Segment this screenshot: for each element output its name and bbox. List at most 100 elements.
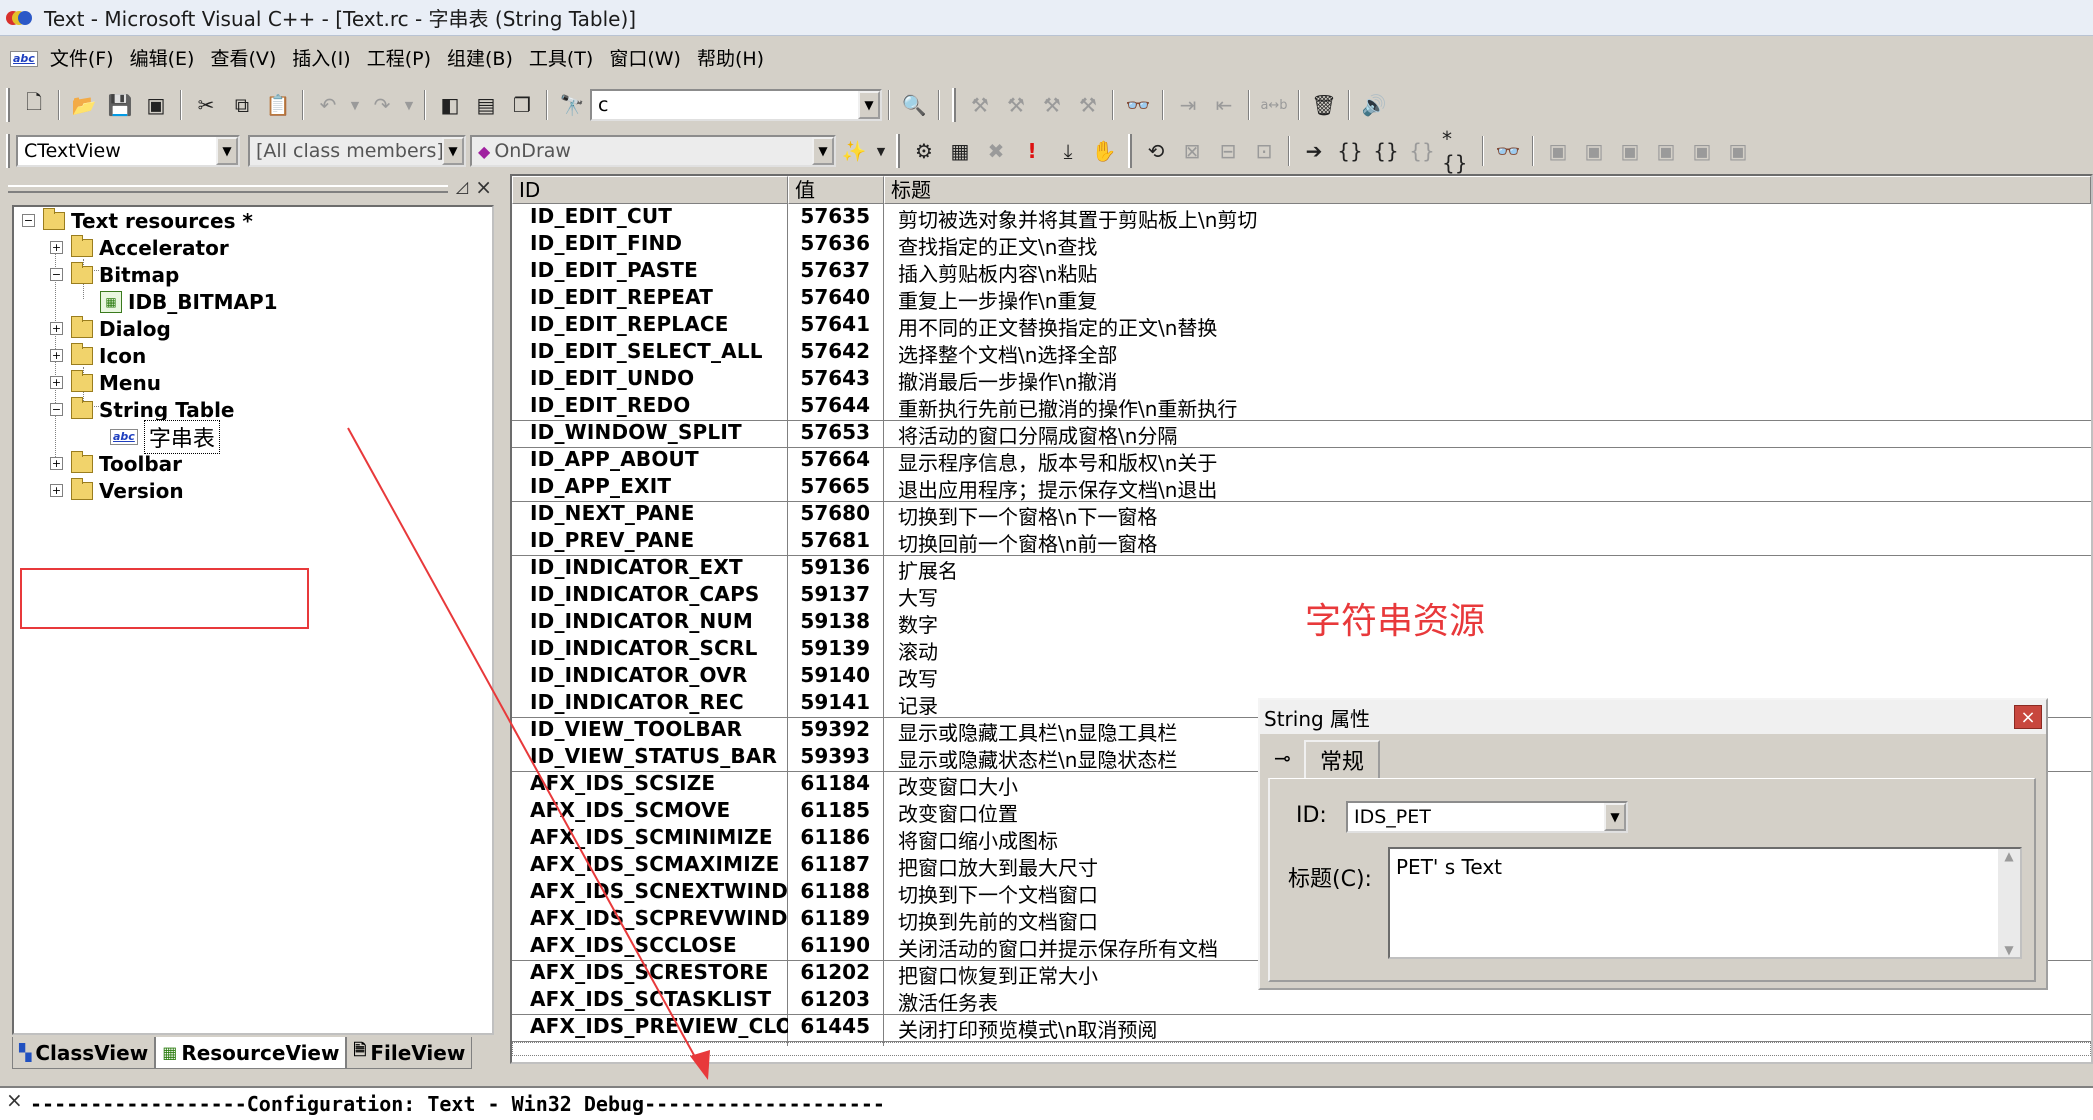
run-to-cursor-icon[interactable]: *{} [1442, 127, 1474, 175]
menu-file[interactable]: 文件(F) [42, 42, 122, 76]
cut-icon[interactable]: ✂ [190, 89, 222, 121]
menu-insert[interactable]: 插入(I) [284, 42, 358, 76]
window-list-icon[interactable]: ❐ [506, 89, 538, 121]
open-folder-icon[interactable]: 📂 [68, 89, 100, 121]
stop-build-icon[interactable]: ⚒ [1036, 89, 1068, 121]
compile-icon[interactable]: ⚒ [964, 89, 996, 121]
table-row[interactable]: ID_INDICATOR_EXT 59136 扩展名 [512, 555, 2091, 582]
debug-restart-icon[interactable]: ⟲ [1140, 135, 1172, 167]
wizard-dropdown-icon[interactable]: ▼ [874, 135, 888, 167]
step-into-icon[interactable]: {} [1334, 135, 1366, 167]
new-string-row[interactable] [512, 1042, 2091, 1056]
new-file-icon[interactable]: 🗋 [18, 89, 50, 121]
collapse-icon[interactable]: − [22, 214, 35, 227]
table-row[interactable]: ID_EDIT_REPLACE 57641 用不同的正文替换指定的正文\n替换 [512, 312, 2091, 339]
toolbar-grip[interactable] [6, 88, 10, 122]
paste-icon[interactable]: 📋 [262, 89, 294, 121]
redo-dropdown-icon[interactable]: ▼ [402, 89, 416, 121]
filter-combo[interactable]: [All class members] ▼ [248, 135, 466, 167]
close-icon[interactable]: × [6, 1088, 23, 1112]
toolbar-grip[interactable] [1128, 134, 1132, 168]
table-row[interactable]: ID_INDICATOR_OVR 59140 改写 [512, 663, 2091, 690]
toolbar-grip[interactable] [896, 134, 900, 168]
replace-icon[interactable]: a↔b [1258, 89, 1290, 121]
outdent-icon[interactable]: ⇤ [1208, 89, 1240, 121]
build-minibar-compile-icon[interactable]: ⚙ [908, 135, 940, 167]
step-over-icon[interactable]: {} [1370, 135, 1402, 167]
table-row[interactable]: ID_APP_ABOUT 57664 显示程序信息，版本号和版权\n关于 [512, 447, 2091, 474]
dock-icon[interactable]: ◿ [456, 177, 468, 196]
undo-dropdown-icon[interactable]: ▼ [348, 89, 362, 121]
memory-window-icon[interactable]: ▣ [1650, 135, 1682, 167]
expand-icon[interactable]: + [50, 457, 63, 470]
indent-icon[interactable]: ⇥ [1172, 89, 1204, 121]
scroll-up-icon[interactable]: ▲ [2004, 849, 2013, 863]
tree-node-idb-bitmap1[interactable]: ▦ IDB_BITMAP1 [100, 288, 278, 315]
expand-icon[interactable]: + [50, 241, 63, 254]
debug-stop-icon[interactable]: ⊠ [1176, 135, 1208, 167]
copy-icon[interactable]: ⧉ [226, 89, 258, 121]
column-header-value[interactable]: 值 [788, 176, 884, 204]
tree-node-version[interactable]: + Version [50, 477, 184, 504]
save-all-icon[interactable]: ▣ [140, 89, 172, 121]
table-row[interactable]: ID_NEXT_PANE 57680 切换到下一个窗格\n下一窗格 [512, 501, 2091, 528]
menu-project[interactable]: 工程(P) [359, 42, 439, 76]
table-row[interactable]: AFX_IDS_PREVIEW_CLOSE 61445 关闭打印预览模式\n取消预阅 [512, 1014, 2091, 1041]
class-combo[interactable]: CTextView ▼ [16, 135, 240, 167]
workspace-grip[interactable] [8, 185, 448, 193]
close-button[interactable]: × [2014, 705, 2042, 729]
table-row[interactable]: ID_EDIT_PASTE 57637 插入剪贴板内容\n粘贴 [512, 258, 2091, 285]
find-in-files-icon[interactable]: 🔭 [556, 89, 588, 121]
build-minibar-build-icon[interactable]: ▦ [944, 135, 976, 167]
table-row[interactable]: ID_EDIT_REDO 57644 重新执行先前已撤消的操作\n重新执行 [512, 393, 2091, 420]
tree-node-toolbar[interactable]: + Toolbar [50, 450, 182, 477]
menu-view[interactable]: 查看(V) [202, 42, 284, 76]
menu-build[interactable]: 组建(B) [439, 42, 521, 76]
undo-icon[interactable]: ↶ [312, 89, 344, 121]
tree-node-dialog[interactable]: + Dialog [50, 315, 171, 342]
table-row[interactable]: ID_EDIT_SELECT_ALL 57642 选择整个文档\n选择全部 [512, 339, 2091, 366]
find-combo[interactable]: c ▼ [590, 89, 882, 121]
table-row[interactable]: ID_EDIT_UNDO 57643 撤消最后一步操作\n撤消 [512, 366, 2091, 393]
menu-edit[interactable]: 编辑(E) [122, 42, 203, 76]
table-row[interactable]: ID_INDICATOR_CAPS 59137 大写 [512, 582, 2091, 609]
trash-icon[interactable]: 🗑 [1308, 89, 1340, 121]
dialog-title-bar[interactable]: String 属性 [1260, 700, 2046, 734]
id-combo[interactable]: IDS_PET ▼ [1346, 801, 1628, 833]
tree-node-menu[interactable]: + Menu [50, 369, 161, 396]
quickwatch-icon[interactable]: 👓 [1492, 135, 1524, 167]
table-row[interactable]: ID_APP_EXIT 57665 退出应用程序；提示保存文档\n退出 [512, 474, 2091, 501]
show-next-statement-icon[interactable]: ➔ [1298, 135, 1330, 167]
table-row[interactable]: ID_INDICATOR_SCRL 59139 滚动 [512, 636, 2091, 663]
search-icon[interactable]: 🔍 [898, 89, 930, 121]
chevron-down-icon[interactable]: ▼ [1604, 803, 1626, 831]
scroll-down-icon[interactable]: ▼ [2004, 943, 2013, 957]
registers-window-icon[interactable]: ▣ [1614, 135, 1646, 167]
wizard-wand-icon[interactable]: ✨ [838, 135, 870, 167]
execute-icon[interactable]: ⚒ [1072, 89, 1104, 121]
output-toggle-icon[interactable]: ▤ [470, 89, 502, 121]
toolbar-grip[interactable] [952, 88, 956, 122]
member-combo[interactable]: ◆ OnDraw ▼ [470, 135, 836, 167]
tree-node-root[interactable]: − Text resources * [22, 207, 253, 234]
tab-general[interactable]: 常规 [1304, 740, 1381, 778]
callstack-window-icon[interactable]: ▣ [1686, 135, 1718, 167]
table-row[interactable]: ID_PREV_PANE 57681 切换回前一个窗格\n前一窗格 [512, 528, 2091, 555]
menu-help[interactable]: 帮助(H) [689, 42, 772, 76]
tree-node-icon[interactable]: + Icon [50, 342, 146, 369]
column-header-id[interactable]: ID [512, 176, 788, 204]
column-header-caption[interactable]: 标题 [884, 176, 2091, 204]
expand-icon[interactable]: + [50, 484, 63, 497]
tab-fileview[interactable]: 🗎 FileView [346, 1037, 473, 1069]
speaker-icon[interactable]: 🔊 [1358, 89, 1390, 121]
chevron-down-icon[interactable]: ▼ [216, 137, 238, 165]
step-out-icon[interactable]: {} [1406, 135, 1438, 167]
debug-apply-icon[interactable]: ⊡ [1248, 135, 1280, 167]
caption-scrollbar[interactable]: ▲ ▼ [1998, 849, 2020, 957]
build-minibar-stop-icon[interactable]: ✖ [980, 135, 1012, 167]
workspace-toggle-icon[interactable]: ◧ [434, 89, 466, 121]
chevron-down-icon[interactable]: ▼ [812, 137, 834, 165]
expand-icon[interactable]: + [50, 376, 63, 389]
collapse-icon[interactable]: − [50, 268, 63, 281]
menu-tools[interactable]: 工具(T) [521, 42, 601, 76]
